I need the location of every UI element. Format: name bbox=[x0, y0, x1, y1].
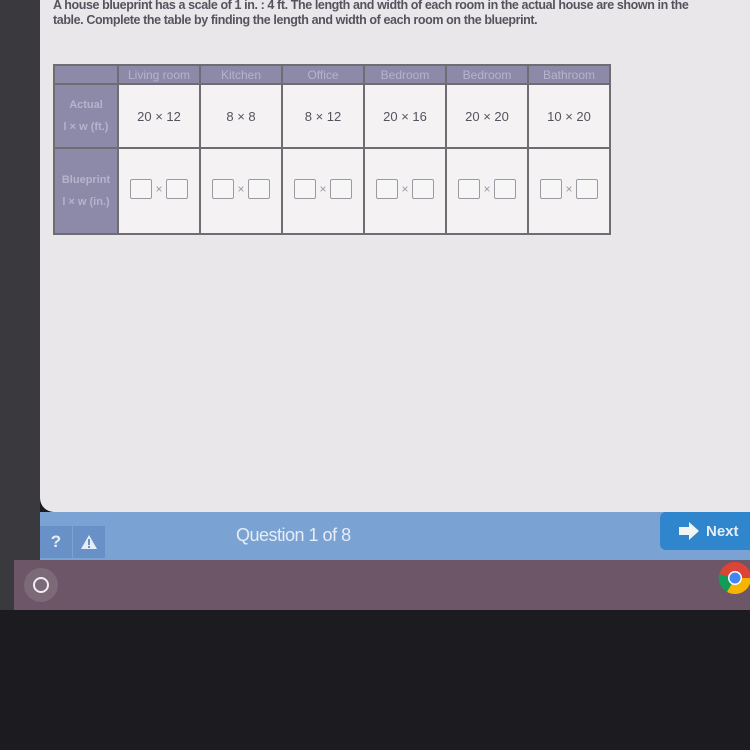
blueprint-row-header: Blueprint l × w (in.) bbox=[53, 147, 119, 235]
width-input[interactable] bbox=[165, 178, 188, 199]
width-input[interactable] bbox=[493, 178, 516, 199]
next-button[interactable]: Next bbox=[660, 512, 750, 550]
length-input[interactable] bbox=[130, 178, 153, 199]
actual-value: 20 × 20 bbox=[445, 83, 529, 149]
table-header-row: Living room Kitchen Office Bedroom Bedro… bbox=[53, 64, 611, 85]
actual-value: 20 × 16 bbox=[363, 83, 447, 149]
actual-row-units: l × w (ft.) bbox=[63, 121, 109, 133]
width-input[interactable] bbox=[575, 178, 598, 199]
times-symbol: × bbox=[483, 181, 491, 196]
blueprint-row: Blueprint l × w (in.) × × × × × × bbox=[53, 147, 611, 235]
actual-row: Actual l × w (ft.) 20 × 12 8 × 8 8 × 12 … bbox=[53, 83, 611, 149]
table-corner bbox=[53, 64, 119, 85]
column-header: Bathroom bbox=[527, 64, 611, 85]
times-symbol: × bbox=[401, 181, 409, 196]
question-panel: A house blueprint has a scale of 1 in. :… bbox=[40, 0, 750, 512]
blueprint-cell: × bbox=[363, 147, 447, 235]
width-input[interactable] bbox=[247, 178, 270, 199]
length-input[interactable] bbox=[376, 178, 399, 199]
column-header: Kitchen bbox=[199, 64, 283, 85]
warning-icon bbox=[81, 535, 97, 549]
column-header: Bedroom bbox=[445, 64, 529, 85]
launcher-icon bbox=[33, 577, 49, 593]
length-input[interactable] bbox=[458, 178, 481, 199]
blueprint-cell: × bbox=[445, 147, 529, 235]
question-prompt: A house blueprint has a scale of 1 in. :… bbox=[53, 0, 689, 27]
actual-row-label: Actual bbox=[69, 99, 103, 111]
actual-value: 8 × 12 bbox=[281, 83, 365, 149]
chrome-icon[interactable] bbox=[717, 560, 750, 596]
arrow-right-icon bbox=[679, 522, 699, 540]
length-input[interactable] bbox=[212, 178, 235, 199]
blueprint-cell: × bbox=[199, 147, 283, 235]
actual-value: 20 × 12 bbox=[117, 83, 201, 149]
column-header: Bedroom bbox=[363, 64, 447, 85]
column-header: Office bbox=[281, 64, 365, 85]
blueprint-cell: × bbox=[527, 147, 611, 235]
report-button[interactable] bbox=[73, 526, 105, 558]
times-symbol: × bbox=[237, 181, 245, 196]
help-button[interactable]: ? bbox=[40, 526, 72, 558]
width-input[interactable] bbox=[329, 178, 352, 199]
actual-value: 10 × 20 bbox=[527, 83, 611, 149]
times-symbol: × bbox=[155, 181, 163, 196]
next-label: Next bbox=[706, 522, 739, 540]
blueprint-row-label: Blueprint bbox=[61, 174, 111, 186]
question-footer: ? Question 1 of 8 Next bbox=[40, 512, 750, 560]
actual-value: 8 × 8 bbox=[199, 83, 283, 149]
blueprint-cell: × bbox=[117, 147, 201, 235]
question-counter: Question 1 of 8 bbox=[236, 525, 351, 545]
times-symbol: × bbox=[565, 181, 573, 196]
times-symbol: × bbox=[319, 181, 327, 196]
length-input[interactable] bbox=[540, 178, 563, 199]
screen-bezel bbox=[0, 0, 40, 610]
length-input[interactable] bbox=[294, 178, 317, 199]
column-header: Living room bbox=[117, 64, 201, 85]
actual-row-header: Actual l × w (ft.) bbox=[53, 83, 119, 149]
blueprint-cell: × bbox=[281, 147, 365, 235]
os-taskbar bbox=[14, 560, 750, 610]
scale-table: Living room Kitchen Office Bedroom Bedro… bbox=[53, 64, 611, 235]
launcher-button[interactable] bbox=[24, 568, 58, 602]
width-input[interactable] bbox=[411, 178, 434, 199]
blueprint-row-units: l × w (in.) bbox=[62, 196, 110, 208]
